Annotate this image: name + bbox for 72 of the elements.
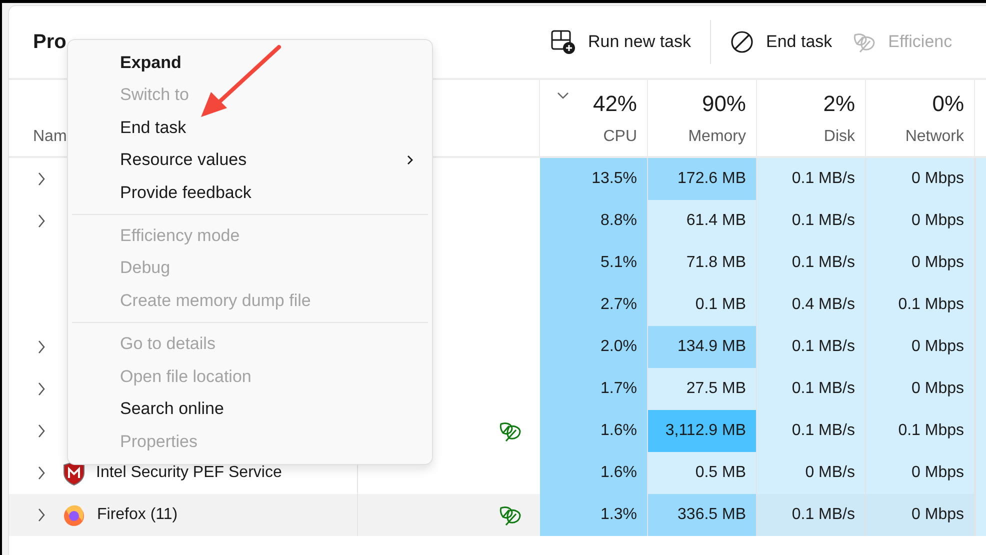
table-cell: 5.1% bbox=[540, 242, 648, 284]
table-cell: 0 Mbps bbox=[866, 494, 975, 536]
process-name: Firefox (11) bbox=[97, 505, 178, 525]
table-cell: 0 Mbps bbox=[866, 200, 975, 242]
table-cell: 0.1 Mbps bbox=[866, 410, 975, 452]
table-cell: 8.8% bbox=[540, 200, 648, 242]
table-cell: 2.7% bbox=[540, 284, 648, 326]
blocked-icon bbox=[730, 30, 754, 54]
table-cell: 0 Mbps bbox=[866, 242, 975, 284]
column-header[interactable]: 2% Disk bbox=[757, 80, 866, 156]
table-cell: 71.8 MB bbox=[648, 242, 757, 284]
table-cell: 0.4 MB/s bbox=[757, 284, 866, 326]
column-header[interactable]: 90% Memory bbox=[648, 80, 757, 156]
table-cell: 0 Mbps bbox=[866, 158, 975, 200]
table-cell: 0 Mbps bbox=[866, 452, 975, 494]
table-cell: 0.1 MB/s bbox=[757, 242, 866, 284]
table-cell: 1.6% bbox=[540, 452, 648, 494]
table-cell: 0.1 MB/s bbox=[757, 494, 866, 536]
column-value: 2% bbox=[823, 93, 855, 115]
column-header[interactable]: 0% Network bbox=[866, 80, 975, 156]
column-label: CPU bbox=[603, 127, 637, 147]
table-cell: 0.1 MB bbox=[648, 284, 757, 326]
table-cell: 27.5 MB bbox=[648, 368, 757, 410]
run-task-button[interactable]: Run new task bbox=[540, 20, 701, 64]
column-header[interactable]: 42% CPU bbox=[540, 80, 648, 156]
column-header[interactable]: Nam bbox=[33, 125, 67, 149]
sort-icon bbox=[557, 92, 569, 100]
column-value: 90% bbox=[702, 93, 746, 115]
table-cell: 1.7% bbox=[540, 368, 648, 410]
table-cell: 2.0% bbox=[540, 326, 648, 368]
table-cell: 172.6 MB bbox=[648, 158, 757, 200]
window-title: Pro bbox=[32, 30, 68, 55]
process-name: Intel Security PEF Service bbox=[96, 463, 282, 483]
chevron-right-icon bbox=[38, 382, 46, 396]
table-cell: 1.3% bbox=[540, 494, 648, 536]
row-highlight[interactable]: Firefox (11) bbox=[9, 494, 358, 536]
column-value: 42% bbox=[592, 93, 637, 115]
column-label: Disk bbox=[824, 127, 855, 147]
table-cell: 0.1 Mbps bbox=[866, 284, 975, 326]
menu-item[interactable]: Provide feedback bbox=[68, 176, 432, 208]
table-cell: 0.1 MB/s bbox=[757, 200, 866, 242]
table-cell: 0 Mbps bbox=[866, 368, 975, 410]
menu-item[interactable]: Search online bbox=[68, 392, 432, 426]
table-cell: 336.5 MB bbox=[648, 494, 757, 536]
chevron-right-icon bbox=[38, 214, 46, 228]
table-cell: 0 Mbps bbox=[866, 326, 975, 368]
column-label: Network bbox=[905, 127, 964, 147]
table-cell: 0.1 MB/s bbox=[757, 158, 866, 200]
chevron-right-icon bbox=[407, 154, 414, 165]
table-cell: 1.6% bbox=[540, 410, 648, 452]
table-cell: 0.1 MB/s bbox=[757, 410, 866, 452]
chevron-right-icon bbox=[38, 466, 46, 480]
menu-item[interactable]: Resource values bbox=[68, 144, 432, 176]
column-value: 0% bbox=[932, 93, 964, 115]
table-cell: 0.1 MB/s bbox=[757, 368, 866, 410]
table-cell: 0.5 MB bbox=[648, 452, 757, 494]
column-label: Memory bbox=[688, 127, 746, 147]
table-cell: 13.5% bbox=[540, 158, 648, 200]
table-cell: 0.1 MB/s bbox=[757, 326, 866, 368]
end-task-button[interactable]: End task bbox=[720, 20, 842, 64]
chevron-right-icon bbox=[38, 340, 46, 354]
menu-item[interactable]: End task bbox=[68, 111, 432, 144]
table-cell: 0 MB/s bbox=[757, 452, 866, 494]
table-cell: 3,112.9 MB bbox=[648, 410, 757, 452]
chevron-right-icon bbox=[38, 172, 46, 186]
chevron-right-icon bbox=[38, 424, 46, 438]
chevron-right-icon bbox=[38, 508, 46, 522]
table-cell: 61.4 MB bbox=[648, 200, 757, 242]
menu-item[interactable]: Expand bbox=[68, 46, 432, 78]
table-cell: 134.9 MB bbox=[648, 326, 757, 368]
browser-icon bbox=[62, 503, 86, 527]
run-task-icon bbox=[550, 29, 576, 55]
